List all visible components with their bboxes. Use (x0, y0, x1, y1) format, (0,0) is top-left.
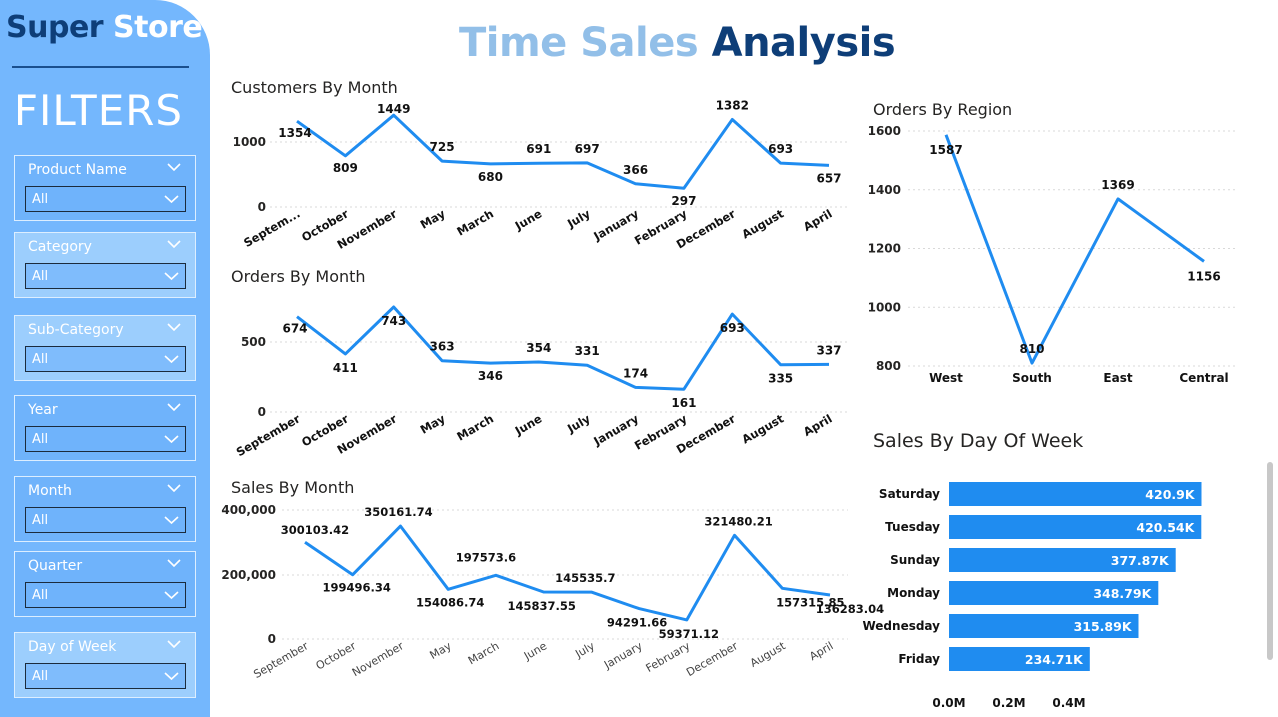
region-x-tick: West (929, 371, 963, 385)
weekday-data-label: 348.79K (1093, 586, 1152, 601)
orders-data-label: 346 (478, 369, 503, 383)
weekday-data-label: 234.71K (1025, 652, 1084, 667)
region-data-label: 1369 (1101, 178, 1134, 192)
sales-x-tick: May (427, 639, 454, 662)
customers-x-tick: July (564, 206, 593, 231)
customers-x-tick: March (454, 206, 496, 238)
sales-x-tick: November (350, 639, 406, 679)
orders-data-label: 363 (430, 340, 455, 354)
sales-x-tick: March (466, 639, 502, 667)
region-x-tick: Central (1179, 371, 1228, 385)
weekday-y-tick: Saturday (879, 487, 940, 501)
sales-data-label: 197573.6 (456, 550, 516, 564)
sales-data-label: 300103.42 (281, 523, 349, 537)
sales-y-tick: 0 (268, 632, 276, 646)
weekday-y-tick: Monday (887, 586, 940, 600)
region-y-tick: 1200 (868, 242, 901, 256)
orders-data-label: 693 (720, 321, 745, 335)
orders-series-line (296, 305, 830, 391)
weekday-data-label: 420.54K (1136, 520, 1195, 535)
sales-data-label: 136283.04 (816, 602, 884, 616)
orders-x-tick: June (512, 411, 545, 438)
sales-data-label: 321480.21 (704, 514, 772, 528)
orders-y-tick: 500 (241, 335, 266, 349)
weekday-x-tick: 0.0M (932, 696, 965, 710)
sales-x-tick: December (684, 639, 740, 679)
sales-data-label: 59371.12 (659, 627, 719, 641)
customers-data-label: 657 (816, 171, 841, 185)
weekday-data-label: 420.9K (1145, 487, 1196, 502)
orders-x-tick: September (234, 411, 303, 459)
region-x-tick: East (1103, 371, 1132, 385)
orders-data-label: 411 (333, 361, 358, 375)
orders-y-tick: 0 (258, 405, 266, 419)
region-y-tick: 1600 (868, 124, 901, 138)
sales-x-tick: January (601, 639, 645, 672)
sales-data-label: 154086.74 (416, 595, 484, 609)
orders-data-label: 161 (671, 396, 696, 410)
customers-data-label: 725 (430, 140, 455, 154)
orders-x-tick: April (801, 411, 835, 438)
customers-data-label: 297 (671, 194, 696, 208)
orders-data-label: 743 (381, 314, 406, 328)
weekday-data-label: 315.89K (1074, 619, 1133, 634)
sales-x-tick: September (251, 639, 311, 681)
region-data-label: 1156 (1187, 269, 1220, 283)
orders-x-tick: May (418, 411, 448, 437)
sales-x-tick: June (521, 639, 549, 663)
dashboard: Super Store FILTERS Product Name All Cat… (0, 0, 1278, 717)
sales-data-label: 145837.55 (507, 599, 575, 613)
customers-data-label: 697 (575, 142, 600, 156)
orders-data-label: 174 (623, 366, 648, 380)
customers-series-line (296, 113, 830, 190)
region-x-tick: South (1012, 371, 1052, 385)
weekday-y-tick: Sunday (890, 553, 940, 567)
weekday-x-tick: 0.4M (1052, 696, 1085, 710)
weekday-y-tick: Friday (898, 652, 940, 666)
orders-data-label: 674 (282, 322, 307, 336)
region-y-tick: 800 (876, 359, 901, 373)
customers-data-label: 366 (623, 163, 648, 177)
customers-x-tick: August (739, 206, 786, 241)
sales-data-label: 350161.74 (364, 505, 432, 519)
orders-data-label: 335 (768, 372, 793, 386)
customers-data-label: 691 (526, 142, 551, 156)
customers-data-label: 809 (333, 161, 358, 175)
customers-y-tick: 1000 (233, 135, 266, 149)
region-y-tick: 1000 (868, 300, 901, 314)
customers-data-label: 693 (768, 142, 793, 156)
region-data-label: 810 (1019, 342, 1044, 356)
weekday-data-label: 377.87K (1111, 553, 1170, 568)
customers-y-tick: 0 (258, 200, 266, 214)
sales-x-tick: July (572, 639, 597, 661)
orders-data-label: 331 (575, 344, 600, 358)
sales-x-tick: April (807, 639, 835, 663)
customers-data-label: 1354 (278, 126, 311, 140)
sales-y-tick: 400,000 (221, 503, 276, 517)
orders-data-label: 354 (526, 341, 551, 355)
orders-x-tick: March (454, 411, 496, 443)
customers-data-label: 680 (478, 170, 503, 184)
orders-x-tick: July (564, 411, 593, 436)
customers-x-tick: May (418, 206, 448, 232)
sales-y-tick: 200,000 (221, 568, 276, 582)
customers-x-tick: Septem... (241, 206, 302, 249)
weekday-x-tick: 0.2M (992, 696, 1025, 710)
weekday-y-tick: Tuesday (885, 520, 940, 534)
page-scrollbar[interactable] (1267, 462, 1273, 660)
sales-x-tick: August (748, 639, 788, 670)
customers-x-tick: June (512, 206, 545, 233)
region-y-tick: 1400 (868, 183, 901, 197)
orders-data-label: 337 (816, 343, 841, 357)
sales-data-label: 145535.7 (555, 571, 615, 585)
sales-data-label: 199496.34 (323, 581, 391, 595)
region-data-label: 1587 (929, 143, 962, 157)
weekday-y-tick: Wednesday (862, 619, 940, 633)
customers-data-label: 1449 (377, 102, 410, 116)
customers-x-tick: April (801, 206, 835, 233)
customers-data-label: 1382 (716, 98, 749, 112)
orders-x-tick: August (739, 411, 786, 446)
charts-canvas: 1000 0 1354 809 1449 725 680 691 697 366 297 1382 69… (221, 98, 1238, 710)
